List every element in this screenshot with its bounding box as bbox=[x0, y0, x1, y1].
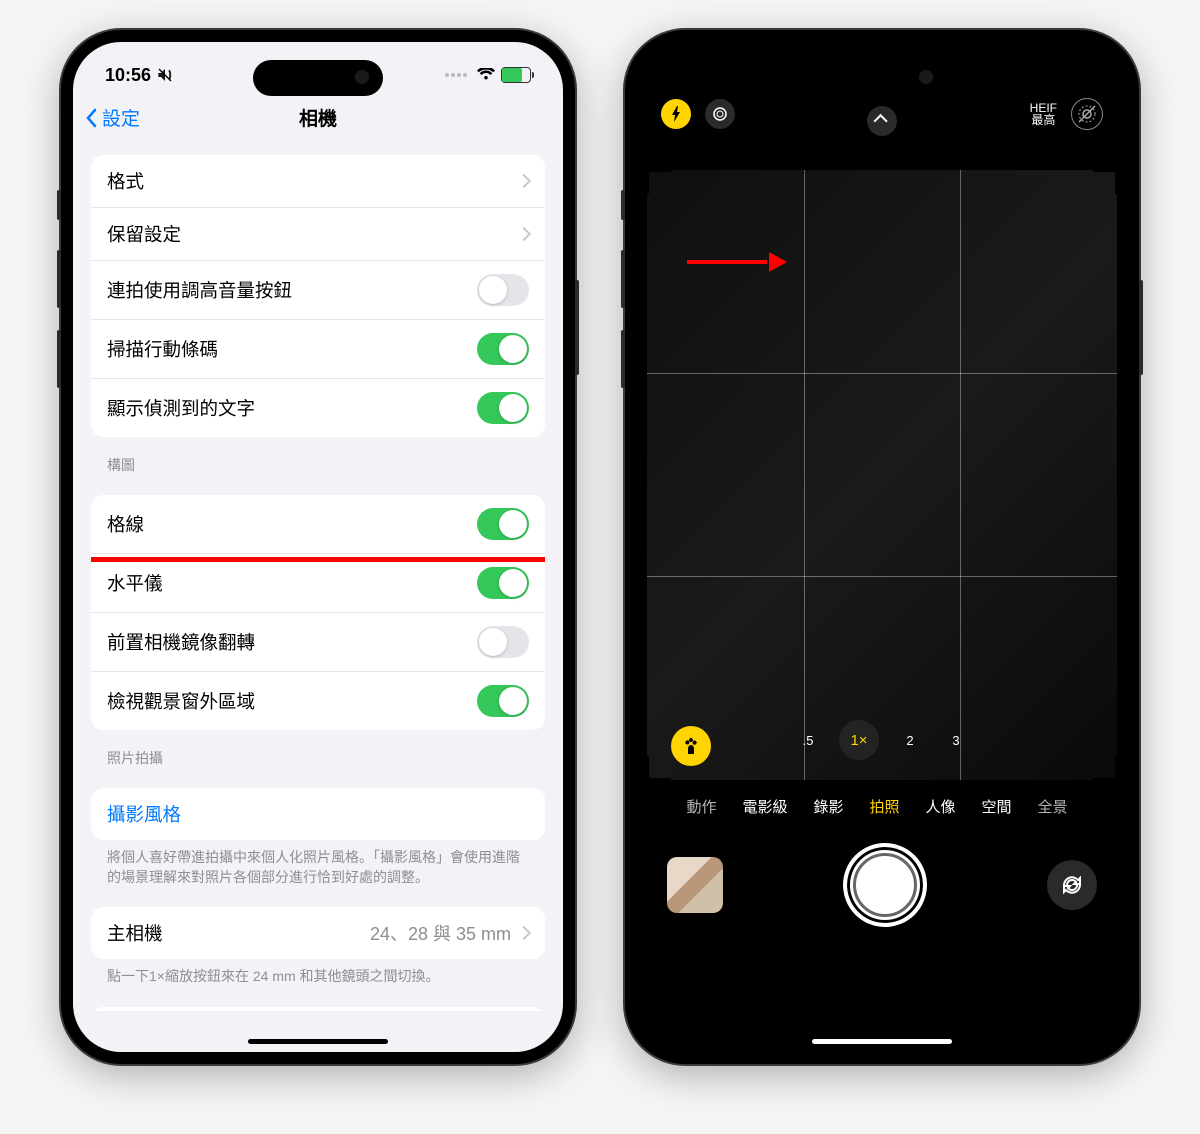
row-portrait-photo: 拍照模式中的人像 bbox=[91, 1007, 545, 1011]
toggle-level[interactable] bbox=[477, 567, 529, 599]
settings-group-portrait: 拍照模式中的人像 bbox=[91, 1007, 545, 1011]
home-indicator[interactable] bbox=[812, 1039, 952, 1044]
group3-footer: 將個人喜好帶進拍攝中來個人化照片風格。「攝影風格」會使用進階的場景理解來對照片各… bbox=[91, 840, 545, 887]
settings-group-main-camera: 主相機24、28 與 35 mm bbox=[91, 907, 545, 959]
night-mode-icon[interactable] bbox=[705, 99, 735, 129]
dynamic-island bbox=[253, 60, 383, 96]
settings-group-composition: 格線 水平儀 前置相機鏡像翻轉 檢視觀景窗外區域 bbox=[91, 495, 545, 730]
chevron-right-icon bbox=[517, 174, 531, 188]
frame-corner-icon bbox=[1093, 170, 1117, 194]
mode-action[interactable]: 動作 bbox=[686, 796, 716, 817]
dynamic-island bbox=[817, 60, 947, 96]
phone-camera: HEIF 最高 .5 1× 2 bbox=[625, 30, 1139, 1064]
zoom-1x[interactable]: 1× bbox=[839, 720, 879, 760]
row-main-camera[interactable]: 主相機24、28 與 35 mm bbox=[91, 907, 545, 959]
row-mirror-front: 前置相機鏡像翻轉 bbox=[91, 613, 545, 672]
battery-icon bbox=[501, 67, 531, 83]
mode-photo[interactable]: 拍照 bbox=[869, 796, 899, 817]
macro-button[interactable] bbox=[671, 726, 711, 766]
toggle-burst-volume[interactable] bbox=[477, 274, 529, 306]
row-view-outside: 檢視觀景窗外區域 bbox=[91, 672, 545, 730]
viewfinder[interactable]: .5 1× 2 3 bbox=[647, 170, 1117, 780]
group4-footer: 點一下1×縮放按鈕來在 24 mm 和其他鏡頭之間切換。 bbox=[91, 959, 545, 987]
back-button[interactable]: 設定 bbox=[85, 104, 140, 131]
camera-flip-button[interactable] bbox=[1047, 860, 1097, 910]
grid-line bbox=[804, 170, 805, 780]
camera-mode-row[interactable]: 動作 電影級 錄影 拍照 人像 空間 全景 bbox=[637, 780, 1127, 833]
live-photo-icon[interactable] bbox=[1071, 98, 1103, 130]
grid-line bbox=[960, 170, 961, 780]
grid-line bbox=[647, 576, 1117, 577]
grid-line bbox=[647, 373, 1117, 374]
mode-cinematic[interactable]: 電影級 bbox=[742, 796, 787, 817]
row-burst-volume: 連拍使用調高音量按鈕 bbox=[91, 261, 545, 320]
shutter-button[interactable] bbox=[843, 843, 927, 927]
section-header-composition: 構圖 bbox=[91, 437, 545, 481]
arrow-annotation-icon bbox=[687, 260, 787, 268]
network-dots bbox=[445, 73, 467, 77]
page-title: 相機 bbox=[299, 104, 337, 131]
mode-spatial[interactable]: 空間 bbox=[982, 796, 1012, 817]
toggle-grid[interactable] bbox=[477, 508, 529, 540]
toggle-mirror-front[interactable] bbox=[477, 626, 529, 658]
nav-bar: 設定 相機 bbox=[73, 94, 563, 141]
mode-portrait[interactable]: 人像 bbox=[926, 796, 956, 817]
flash-icon[interactable] bbox=[661, 99, 691, 129]
zoom-2x[interactable]: 2 bbox=[895, 725, 925, 755]
frame-corner-icon bbox=[647, 756, 671, 780]
row-scan-qr: 掃描行動條碼 bbox=[91, 320, 545, 379]
home-indicator[interactable] bbox=[248, 1039, 388, 1044]
toggle-live-text[interactable] bbox=[477, 392, 529, 424]
row-photo-styles[interactable]: 攝影風格 bbox=[91, 788, 545, 840]
chevron-right-icon bbox=[517, 926, 531, 940]
silent-icon bbox=[157, 67, 173, 83]
row-format[interactable]: 格式 bbox=[91, 155, 545, 208]
toggle-scan-qr[interactable] bbox=[477, 333, 529, 365]
zoom-0-5[interactable]: .5 bbox=[793, 725, 823, 755]
camera-bottom-row bbox=[637, 833, 1127, 937]
frame-corner-icon bbox=[1093, 756, 1117, 780]
section-header-photo: 照片拍攝 bbox=[91, 730, 545, 774]
phone-settings: 10:56 設定 相機 格式 保留設定 連拍使用調高音量按鈕 掃描行動條碼 bbox=[61, 30, 575, 1064]
settings-group-1: 格式 保留設定 連拍使用調高音量按鈕 掃描行動條碼 顯示偵測到的文字 bbox=[91, 155, 545, 437]
camera-chevron-up[interactable] bbox=[867, 106, 897, 136]
mode-pano[interactable]: 全景 bbox=[1038, 796, 1068, 817]
chevron-right-icon bbox=[517, 227, 531, 241]
heif-label[interactable]: HEIF 最高 bbox=[1030, 102, 1057, 126]
row-preserve-settings[interactable]: 保留設定 bbox=[91, 208, 545, 261]
row-grid: 格線 bbox=[91, 495, 545, 554]
row-live-text: 顯示偵測到的文字 bbox=[91, 379, 545, 437]
mode-video[interactable]: 錄影 bbox=[813, 796, 843, 817]
row-level: 水平儀 bbox=[91, 554, 545, 613]
zoom-3x[interactable]: 3 bbox=[941, 725, 971, 755]
zoom-bar: .5 1× 2 3 bbox=[793, 720, 971, 760]
wifi-icon bbox=[477, 68, 495, 82]
settings-group-style: 攝影風格 bbox=[91, 788, 545, 840]
status-time: 10:56 bbox=[105, 65, 151, 86]
last-photo-thumbnail[interactable] bbox=[667, 857, 723, 913]
toggle-view-outside[interactable] bbox=[477, 685, 529, 717]
frame-corner-icon bbox=[647, 170, 671, 194]
